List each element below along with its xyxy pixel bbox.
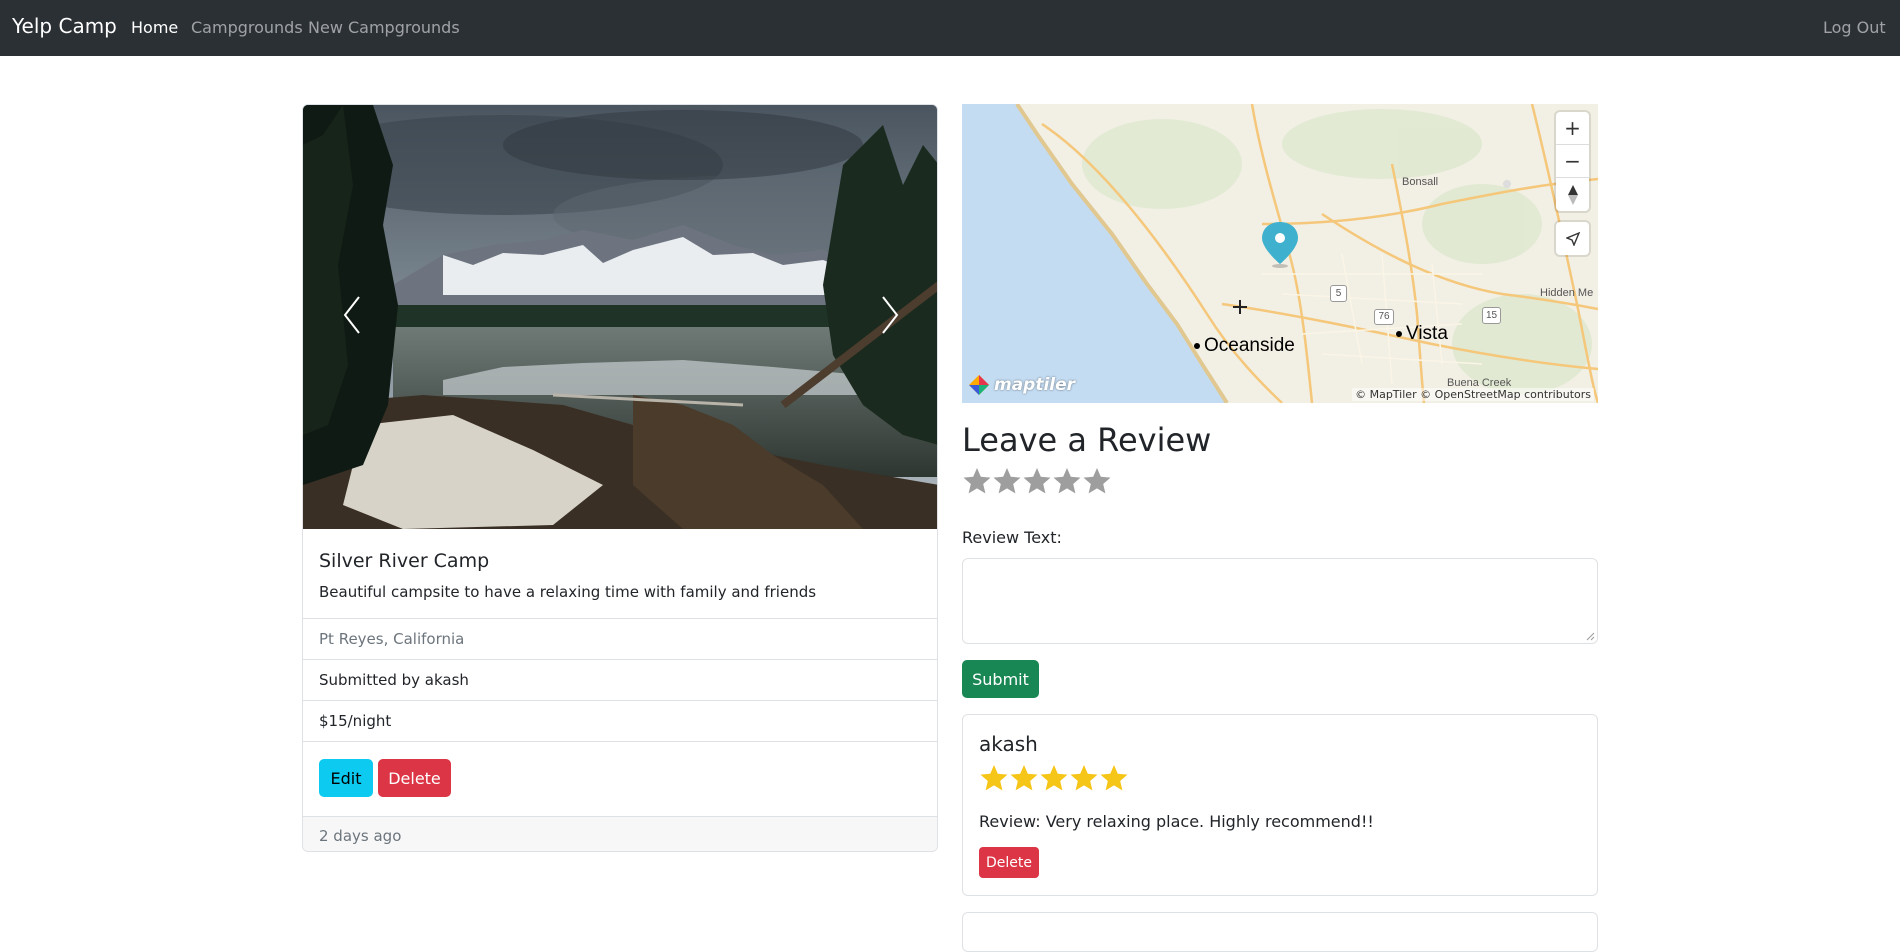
zoom-in-button[interactable]: + xyxy=(1556,112,1589,145)
brand-link[interactable]: Yelp Camp xyxy=(12,14,117,38)
star-icon xyxy=(1010,765,1038,791)
campground-description: Beautiful campsite to have a relaxing ti… xyxy=(319,583,817,601)
rating-input[interactable] xyxy=(962,466,1112,496)
review-rating xyxy=(979,763,1129,793)
campground-location: Pt Reyes, California xyxy=(303,618,937,659)
compass-button[interactable] xyxy=(1556,178,1589,211)
nav-link-campgrounds[interactable]: Campgrounds xyxy=(191,18,303,37)
review-text: Review: Very relaxing place. Highly reco… xyxy=(979,812,1374,831)
star-icon[interactable] xyxy=(1082,466,1112,496)
nav-link-new-campground[interactable]: New Campgrounds xyxy=(308,18,460,37)
submit-review-button[interactable]: Submit xyxy=(962,660,1039,698)
star-icon[interactable] xyxy=(1022,466,1052,496)
chevron-right-icon xyxy=(882,296,899,334)
location-arrow-icon xyxy=(1565,231,1580,246)
shield-5-icon: 5 xyxy=(1330,285,1347,302)
campground-title: Silver River Camp xyxy=(319,550,490,572)
map-zoom-controls: + − xyxy=(1556,112,1589,211)
map-attribution[interactable]: © MapTiler © OpenStreetMap contributors xyxy=(1352,388,1594,401)
geolocate-button[interactable] xyxy=(1556,222,1589,255)
campground-card: Silver River Camp Beautiful campsite to … xyxy=(302,104,938,852)
star-icon xyxy=(980,765,1008,791)
city-label-vista: Vista xyxy=(1396,323,1448,345)
carousel-next-button[interactable] xyxy=(865,285,915,345)
star-icon[interactable] xyxy=(992,466,1022,496)
nav-link-home[interactable]: Home xyxy=(131,18,178,37)
image-carousel xyxy=(303,105,937,529)
campground-author: Submitted by akash xyxy=(303,659,937,700)
card-actions: Edit Delete xyxy=(303,741,937,816)
campground-price: $15/night xyxy=(303,700,937,741)
review-textarea[interactable] xyxy=(962,558,1598,644)
star-icon xyxy=(1100,765,1128,791)
delete-campground-button[interactable]: Delete xyxy=(378,759,451,797)
review-text-label: Review Text: xyxy=(962,528,1062,547)
compass-icon xyxy=(1567,184,1578,205)
place-label-hidden-meadows: Hidden Me xyxy=(1540,287,1594,299)
carousel-prev-button[interactable] xyxy=(327,285,377,345)
map-tiles xyxy=(962,104,1598,403)
map-marker xyxy=(1262,222,1298,268)
maptiler-logo-icon xyxy=(969,375,989,395)
maptiler-logo[interactable]: maptiler xyxy=(968,373,1075,397)
review-card: akash Review: Very relaxing place. Highl… xyxy=(962,714,1598,896)
review-author: akash xyxy=(979,732,1038,756)
card-footer: 2 days ago xyxy=(303,816,937,851)
shield-15-icon: 15 xyxy=(1482,307,1501,324)
review-card xyxy=(962,912,1598,952)
delete-review-button[interactable]: Delete xyxy=(979,847,1039,878)
logout-link[interactable]: Log Out xyxy=(1823,18,1886,37)
map[interactable]: 5 76 15 Bonsall Hidden Me Buena Creek Oc… xyxy=(962,104,1598,403)
zoom-out-button[interactable]: − xyxy=(1556,145,1589,178)
campground-photo xyxy=(303,105,937,529)
navbar: Yelp Camp Home Campgrounds New Campgroun… xyxy=(0,0,1900,56)
review-form-heading: Leave a Review xyxy=(962,421,1212,459)
star-icon xyxy=(1070,765,1098,791)
star-icon xyxy=(1040,765,1068,791)
star-icon[interactable] xyxy=(1052,466,1082,496)
edit-button[interactable]: Edit xyxy=(319,759,373,797)
city-label-oceanside: Oceanside xyxy=(1194,335,1295,357)
maptiler-logo-text: maptiler xyxy=(994,375,1076,395)
chevron-left-icon xyxy=(343,296,360,334)
card-body: Silver River Camp Beautiful campsite to … xyxy=(303,529,937,622)
shield-76-icon: 76 xyxy=(1374,309,1394,325)
star-icon[interactable] xyxy=(962,466,992,496)
resize-grip-icon[interactable] xyxy=(1585,631,1595,641)
place-label-bonsall: Bonsall xyxy=(1402,176,1439,188)
